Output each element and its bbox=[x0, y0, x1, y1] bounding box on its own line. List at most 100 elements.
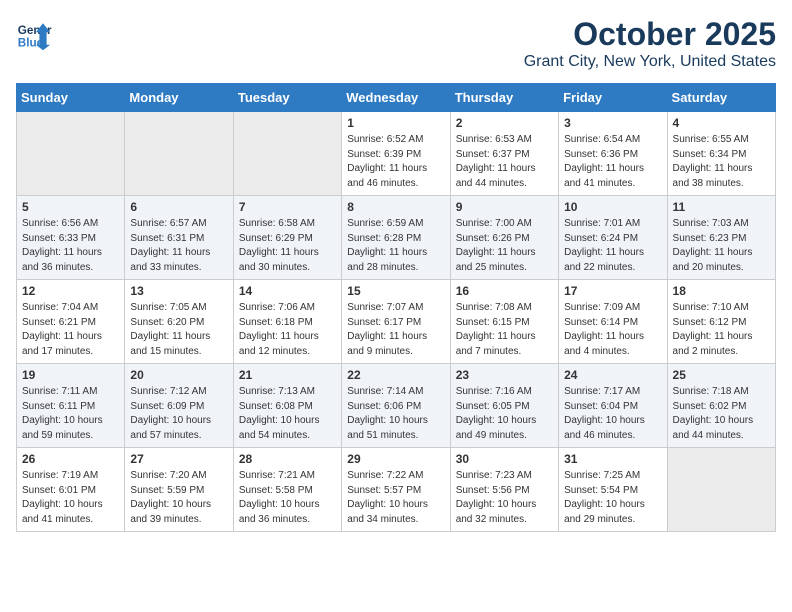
day-info: Sunrise: 7:09 AM Sunset: 6:14 PM Dayligh… bbox=[564, 301, 661, 359]
day-info: Sunrise: 7:10 AM Sunset: 6:12 PM Dayligh… bbox=[673, 301, 770, 359]
calendar-cell: 15 Sunrise: 7:07 AM Sunset: 6:17 PM Dayli… bbox=[342, 280, 450, 364]
calendar-cell: 13 Sunrise: 7:05 AM Sunset: 6:20 PM Dayli… bbox=[125, 280, 233, 364]
calendar-cell: 2Sunrise: 6:53 AM Sunset: 6:37 PM Daylig… bbox=[450, 112, 558, 196]
calendar-cell: 23 Sunrise: 7:16 AM Sunset: 6:05 PM Dayli… bbox=[450, 364, 558, 448]
day-number: 9 bbox=[456, 200, 553, 214]
calendar-cell bbox=[125, 112, 233, 196]
day-number: 27 bbox=[130, 452, 227, 466]
day-number: 20 bbox=[130, 368, 227, 382]
day-info: Sunrise: 6:56 AM Sunset: 6:33 PM Dayligh… bbox=[22, 217, 119, 275]
day-info: Sunrise: 7:21 AM Sunset: 5:58 PM Dayligh… bbox=[239, 469, 336, 527]
location: Grant City, New York, United States bbox=[524, 53, 776, 71]
calendar-cell: 27 Sunrise: 7:20 AM Sunset: 5:59 PM Dayli… bbox=[125, 448, 233, 532]
day-info: Sunrise: 6:54 AM Sunset: 6:36 PM Dayligh… bbox=[564, 133, 661, 191]
day-number: 31 bbox=[564, 452, 661, 466]
day-number: 16 bbox=[456, 284, 553, 298]
logo-icon: General Blue bbox=[16, 16, 52, 52]
calendar-cell: 26 Sunrise: 7:19 AM Sunset: 6:01 PM Dayli… bbox=[17, 448, 125, 532]
month-title: October 2025 bbox=[524, 16, 776, 53]
day-header-friday: Friday bbox=[559, 84, 667, 112]
week-row-2: 5 Sunrise: 6:56 AM Sunset: 6:33 PM Daylig… bbox=[17, 196, 776, 280]
calendar-cell bbox=[667, 448, 775, 532]
calendar-cell: 14 Sunrise: 7:06 AM Sunset: 6:18 PM Dayli… bbox=[233, 280, 341, 364]
day-number: 28 bbox=[239, 452, 336, 466]
day-info: Sunrise: 7:22 AM Sunset: 5:57 PM Dayligh… bbox=[347, 469, 444, 527]
day-info: Sunrise: 7:11 AM Sunset: 6:11 PM Dayligh… bbox=[22, 385, 119, 443]
day-info: Sunrise: 7:16 AM Sunset: 6:05 PM Dayligh… bbox=[456, 385, 553, 443]
week-row-4: 19 Sunrise: 7:11 AM Sunset: 6:11 PM Dayli… bbox=[17, 364, 776, 448]
day-number: 3 bbox=[564, 116, 661, 130]
day-number: 8 bbox=[347, 200, 444, 214]
day-number: 19 bbox=[22, 368, 119, 382]
day-info: Sunrise: 7:17 AM Sunset: 6:04 PM Dayligh… bbox=[564, 385, 661, 443]
day-header-monday: Monday bbox=[125, 84, 233, 112]
day-info: Sunrise: 6:52 AM Sunset: 6:39 PM Dayligh… bbox=[347, 133, 444, 191]
title-section: October 2025 Grant City, New York, Unite… bbox=[524, 16, 776, 71]
day-number: 17 bbox=[564, 284, 661, 298]
day-info: Sunrise: 7:18 AM Sunset: 6:02 PM Dayligh… bbox=[673, 385, 770, 443]
calendar-cell: 11 Sunrise: 7:03 AM Sunset: 6:23 PM Dayli… bbox=[667, 196, 775, 280]
day-info: Sunrise: 7:05 AM Sunset: 6:20 PM Dayligh… bbox=[130, 301, 227, 359]
calendar-cell: 6 Sunrise: 6:57 AM Sunset: 6:31 PM Daylig… bbox=[125, 196, 233, 280]
day-header-wednesday: Wednesday bbox=[342, 84, 450, 112]
day-info: Sunrise: 7:00 AM Sunset: 6:26 PM Dayligh… bbox=[456, 217, 553, 275]
calendar-cell: 30 Sunrise: 7:23 AM Sunset: 5:56 PM Dayli… bbox=[450, 448, 558, 532]
day-number: 23 bbox=[456, 368, 553, 382]
day-info: Sunrise: 6:57 AM Sunset: 6:31 PM Dayligh… bbox=[130, 217, 227, 275]
day-number: 14 bbox=[239, 284, 336, 298]
calendar-cell: 25 Sunrise: 7:18 AM Sunset: 6:02 PM Dayli… bbox=[667, 364, 775, 448]
day-info: Sunrise: 6:59 AM Sunset: 6:28 PM Dayligh… bbox=[347, 217, 444, 275]
day-number: 24 bbox=[564, 368, 661, 382]
day-number: 30 bbox=[456, 452, 553, 466]
day-info: Sunrise: 6:55 AM Sunset: 6:34 PM Dayligh… bbox=[673, 133, 770, 191]
day-info: Sunrise: 7:13 AM Sunset: 6:08 PM Dayligh… bbox=[239, 385, 336, 443]
day-number: 12 bbox=[22, 284, 119, 298]
day-number: 5 bbox=[22, 200, 119, 214]
day-number: 29 bbox=[347, 452, 444, 466]
day-info: Sunrise: 7:12 AM Sunset: 6:09 PM Dayligh… bbox=[130, 385, 227, 443]
day-info: Sunrise: 7:07 AM Sunset: 6:17 PM Dayligh… bbox=[347, 301, 444, 359]
day-number: 11 bbox=[673, 200, 770, 214]
day-info: Sunrise: 7:14 AM Sunset: 6:06 PM Dayligh… bbox=[347, 385, 444, 443]
day-number: 15 bbox=[347, 284, 444, 298]
day-number: 7 bbox=[239, 200, 336, 214]
day-info: Sunrise: 7:20 AM Sunset: 5:59 PM Dayligh… bbox=[130, 469, 227, 527]
calendar-cell: 31Sunrise: 7:25 AM Sunset: 5:54 PM Dayli… bbox=[559, 448, 667, 532]
calendar-cell: 10Sunrise: 7:01 AM Sunset: 6:24 PM Dayli… bbox=[559, 196, 667, 280]
calendar-cell: 5 Sunrise: 6:56 AM Sunset: 6:33 PM Daylig… bbox=[17, 196, 125, 280]
day-info: Sunrise: 7:03 AM Sunset: 6:23 PM Dayligh… bbox=[673, 217, 770, 275]
day-info: Sunrise: 7:19 AM Sunset: 6:01 PM Dayligh… bbox=[22, 469, 119, 527]
day-number: 25 bbox=[673, 368, 770, 382]
day-info: Sunrise: 7:04 AM Sunset: 6:21 PM Dayligh… bbox=[22, 301, 119, 359]
calendar-cell: 21 Sunrise: 7:13 AM Sunset: 6:08 PM Dayli… bbox=[233, 364, 341, 448]
day-number: 22 bbox=[347, 368, 444, 382]
calendar-cell: 22 Sunrise: 7:14 AM Sunset: 6:06 PM Dayli… bbox=[342, 364, 450, 448]
calendar-cell: 3 Sunrise: 6:54 AM Sunset: 6:36 PM Daylig… bbox=[559, 112, 667, 196]
day-number: 21 bbox=[239, 368, 336, 382]
day-info: Sunrise: 7:01 AM Sunset: 6:24 PM Dayligh… bbox=[564, 217, 661, 275]
page-header: General Blue October 2025 Grant City, Ne… bbox=[16, 16, 776, 71]
calendar-table: SundayMondayTuesdayWednesdayThursdayFrid… bbox=[16, 83, 776, 532]
calendar-cell: 12 Sunrise: 7:04 AM Sunset: 6:21 PM Dayli… bbox=[17, 280, 125, 364]
week-row-3: 12 Sunrise: 7:04 AM Sunset: 6:21 PM Dayli… bbox=[17, 280, 776, 364]
day-number: 13 bbox=[130, 284, 227, 298]
day-info: Sunrise: 7:23 AM Sunset: 5:56 PM Dayligh… bbox=[456, 469, 553, 527]
week-row-1: 1 Sunrise: 6:52 AM Sunset: 6:39 PM Daylig… bbox=[17, 112, 776, 196]
calendar-cell: 4Sunrise: 6:55 AM Sunset: 6:34 PM Daylig… bbox=[667, 112, 775, 196]
day-number: 6 bbox=[130, 200, 227, 214]
day-number: 2 bbox=[456, 116, 553, 130]
day-header-tuesday: Tuesday bbox=[233, 84, 341, 112]
day-number: 26 bbox=[22, 452, 119, 466]
day-info: Sunrise: 6:58 AM Sunset: 6:29 PM Dayligh… bbox=[239, 217, 336, 275]
day-number: 1 bbox=[347, 116, 444, 130]
day-info: Sunrise: 7:06 AM Sunset: 6:18 PM Dayligh… bbox=[239, 301, 336, 359]
calendar-cell: 1 Sunrise: 6:52 AM Sunset: 6:39 PM Daylig… bbox=[342, 112, 450, 196]
calendar-cell: 18 Sunrise: 7:10 AM Sunset: 6:12 PM Dayli… bbox=[667, 280, 775, 364]
day-number: 18 bbox=[673, 284, 770, 298]
calendar-cell: 20 Sunrise: 7:12 AM Sunset: 6:09 PM Dayli… bbox=[125, 364, 233, 448]
calendar-cell: 28 Sunrise: 7:21 AM Sunset: 5:58 PM Dayli… bbox=[233, 448, 341, 532]
day-header-thursday: Thursday bbox=[450, 84, 558, 112]
day-header-saturday: Saturday bbox=[667, 84, 775, 112]
calendar-cell: 7 Sunrise: 6:58 AM Sunset: 6:29 PM Daylig… bbox=[233, 196, 341, 280]
calendar-cell: 16Sunrise: 7:08 AM Sunset: 6:15 PM Dayli… bbox=[450, 280, 558, 364]
